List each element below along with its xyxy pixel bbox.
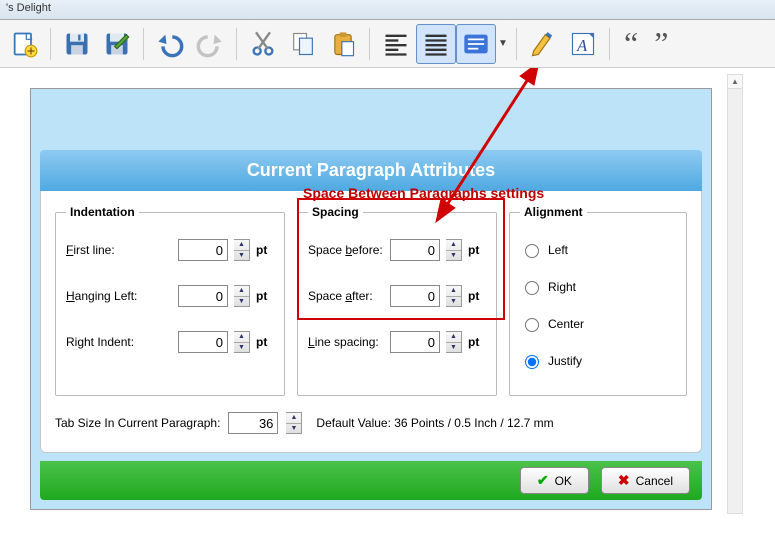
- cancel-button[interactable]: ✖ Cancel: [601, 467, 690, 494]
- undo-button[interactable]: [150, 24, 190, 64]
- svg-text:A: A: [576, 36, 588, 55]
- toolbar: ▼ A “ ”: [0, 20, 775, 68]
- close-quote-button[interactable]: ”: [646, 25, 676, 62]
- ok-button[interactable]: ✔ OK: [520, 467, 589, 494]
- pt-unit: pt: [256, 243, 274, 257]
- cut-icon: [249, 30, 277, 58]
- open-quote-button[interactable]: “: [616, 25, 646, 62]
- right-indent-spinner[interactable]: ▲▼: [234, 331, 250, 353]
- indentation-group: Indentation First line: ▲▼ pt Hanging Le…: [55, 205, 285, 396]
- space-after-input[interactable]: [390, 285, 440, 307]
- first-line-spinner[interactable]: ▲▼: [234, 239, 250, 261]
- scroll-up-icon: ▲: [728, 75, 742, 89]
- line-spacing-spinner[interactable]: ▲▼: [446, 331, 462, 353]
- align-left-icon: [382, 30, 410, 58]
- space-after-label: Space after:: [308, 289, 384, 303]
- paragraph-dropdown-arrow[interactable]: ▼: [496, 38, 510, 49]
- right-indent-input[interactable]: [178, 331, 228, 353]
- tab-size-spinner[interactable]: ▲▼: [286, 412, 302, 434]
- new-file-button[interactable]: [4, 24, 44, 64]
- window-titlebar: 's Delight: [0, 0, 775, 20]
- font-icon: A: [569, 30, 597, 58]
- highlight-button[interactable]: [523, 24, 563, 64]
- tab-size-hint: Default Value: 36 Points / 0.5 Inch / 12…: [316, 416, 553, 430]
- tab-size-input[interactable]: [228, 412, 278, 434]
- vertical-scrollbar[interactable]: ▲: [727, 74, 743, 514]
- new-file-icon: [10, 30, 38, 58]
- align-justify-button[interactable]: [416, 24, 456, 64]
- redo-icon: [196, 30, 224, 58]
- undo-icon: [156, 30, 184, 58]
- space-after-spinner[interactable]: ▲▼: [446, 285, 462, 307]
- tab-size-label: Tab Size In Current Paragraph:: [55, 416, 220, 430]
- line-spacing-input[interactable]: [390, 331, 440, 353]
- spacing-legend: Spacing: [308, 205, 363, 219]
- align-justify-radio[interactable]: [525, 355, 539, 369]
- alignment-legend: Alignment: [520, 205, 587, 219]
- paragraph-settings-icon: [462, 30, 490, 58]
- window-title: 's Delight: [6, 2, 51, 14]
- save-as-icon: [103, 30, 131, 58]
- align-justify-icon: [422, 30, 450, 58]
- copy-button[interactable]: [283, 24, 323, 64]
- save-as-button[interactable]: [97, 24, 137, 64]
- align-right-label: Right: [548, 280, 576, 294]
- first-line-label: First line:: [66, 243, 172, 257]
- space-before-label: Space before:: [308, 243, 384, 257]
- x-icon: ✖: [618, 472, 630, 489]
- align-center-label: Center: [548, 317, 584, 331]
- cut-button[interactable]: [243, 24, 283, 64]
- redo-button[interactable]: [190, 24, 230, 64]
- space-before-input[interactable]: [390, 239, 440, 261]
- align-right-radio[interactable]: [525, 281, 539, 295]
- font-button[interactable]: A: [563, 24, 603, 64]
- spacing-group: Spacing Space before: ▲▼ pt Space after:…: [297, 205, 497, 396]
- highlight-icon: [529, 30, 557, 58]
- paste-button[interactable]: [323, 24, 363, 64]
- save-icon: [63, 30, 91, 58]
- dialog-footer: ✔ OK ✖ Cancel: [40, 461, 702, 500]
- line-spacing-label: Line spacing:: [308, 335, 384, 349]
- paragraph-settings-button[interactable]: [456, 24, 496, 64]
- save-button[interactable]: [57, 24, 97, 64]
- right-indent-label: Right Indent:: [66, 335, 172, 349]
- align-center-radio[interactable]: [525, 318, 539, 332]
- hanging-left-input[interactable]: [178, 285, 228, 307]
- hanging-left-spinner[interactable]: ▲▼: [234, 285, 250, 307]
- first-line-input[interactable]: [178, 239, 228, 261]
- space-before-spinner[interactable]: ▲▼: [446, 239, 462, 261]
- alignment-group: Alignment Left Right Center Justify: [509, 205, 687, 396]
- annotation-text: Space Between Paragraphs settings: [303, 185, 544, 201]
- paragraph-dialog: Current Paragraph Attributes Space Betwe…: [30, 88, 712, 510]
- content-area: Current Paragraph Attributes Space Betwe…: [0, 68, 775, 534]
- paste-icon: [329, 30, 357, 58]
- check-icon: ✔: [537, 472, 549, 489]
- indentation-legend: Indentation: [66, 205, 139, 219]
- hanging-left-label: Hanging Left:: [66, 289, 172, 303]
- copy-icon: [289, 30, 317, 58]
- align-left-label: Left: [548, 243, 568, 257]
- align-left-radio[interactable]: [525, 244, 539, 258]
- align-justify-label: Justify: [548, 354, 582, 368]
- align-left-button[interactable]: [376, 24, 416, 64]
